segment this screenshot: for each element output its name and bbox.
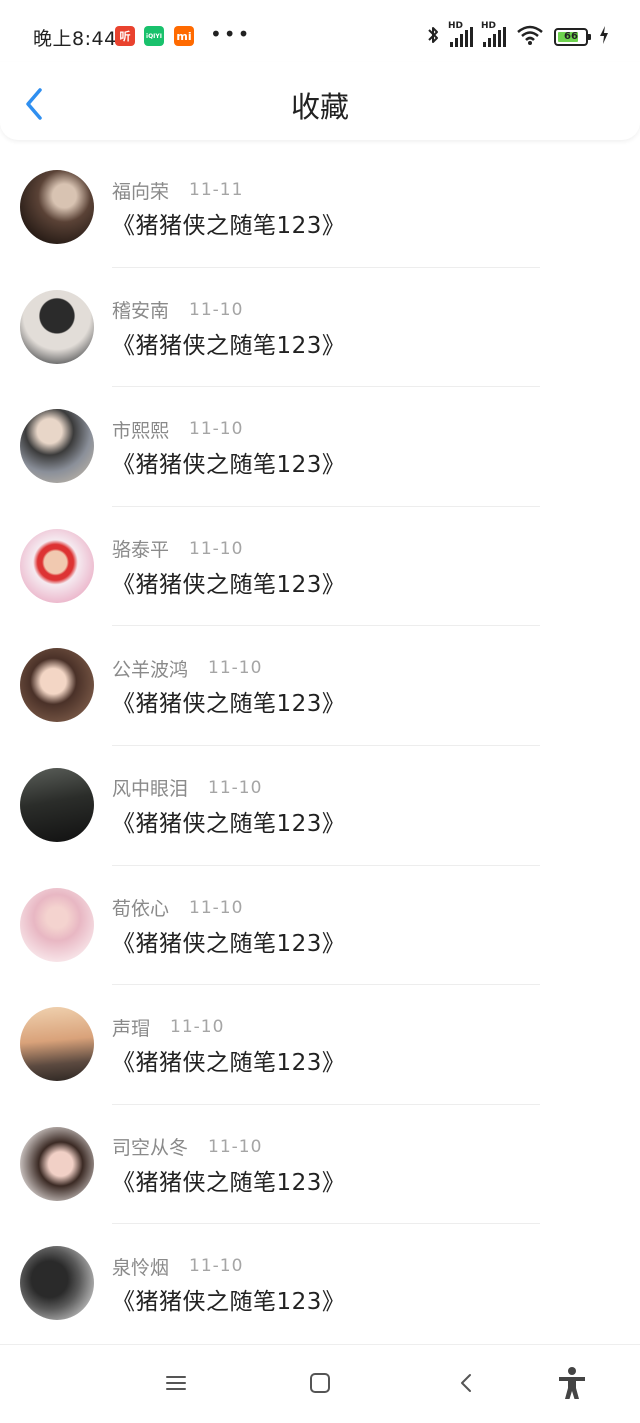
username: 泉怜烟 — [112, 1256, 170, 1279]
list-item[interactable]: 泉怜烟 11-10 《猪猪侠之随笔123》 — [0, 1224, 640, 1344]
username: 市熙熙 — [112, 419, 170, 442]
item-meta: 泉怜烟 11-10 — [112, 1254, 244, 1279]
item-title: 《猪猪侠之随笔123》 — [112, 452, 346, 479]
item-title: 《猪猪侠之随笔123》 — [112, 1169, 346, 1196]
list-item[interactable]: 福向荣 11-11 《猪猪侠之随笔123》 — [0, 148, 640, 268]
item-title: 《猪猪侠之随笔123》 — [112, 691, 346, 718]
date: 11-10 — [189, 1256, 244, 1277]
back-icon — [461, 1374, 471, 1392]
username: 公羊波鸿 — [112, 658, 189, 681]
avatar — [20, 170, 94, 244]
item-title: 《猪猪侠之随笔123》 — [112, 810, 346, 837]
avatar — [20, 1246, 94, 1321]
item-title: 《猪猪侠之随笔123》 — [112, 930, 346, 957]
date: 11-10 — [208, 1136, 263, 1157]
username: 声瑁 — [112, 1017, 151, 1040]
system-nav-bar — [0, 1344, 640, 1423]
username: 司空从冬 — [112, 1137, 189, 1160]
battery-level: 66 — [564, 31, 578, 42]
home-icon — [310, 1373, 330, 1393]
list-item[interactable]: 荀依心 11-10 《猪猪侠之随笔123》 — [0, 866, 640, 986]
avatar — [20, 1126, 94, 1201]
menu-icon — [166, 1376, 186, 1390]
date: 11-10 — [208, 777, 263, 798]
date: 11-10 — [189, 897, 244, 918]
accessibility-icon — [559, 1367, 585, 1399]
username: 骆泰平 — [112, 539, 170, 562]
status-time: 晚上8:44 — [33, 28, 117, 50]
menu-button[interactable] — [156, 1363, 196, 1403]
item-meta: 司空从冬 11-10 — [112, 1135, 263, 1160]
date: 11-10 — [208, 658, 263, 679]
avatar — [20, 289, 94, 364]
back-nav-button[interactable] — [446, 1363, 486, 1403]
app-header: 收藏 — [0, 62, 640, 140]
list-item[interactable]: 风中眼泪 11-10 《猪猪侠之随笔123》 — [0, 746, 640, 866]
item-meta: 稽安南 11-10 — [112, 298, 244, 323]
date: 11-11 — [189, 180, 244, 200]
ting-app-icon: 听 — [115, 26, 135, 46]
username: 稽安南 — [112, 300, 170, 323]
date: 11-10 — [189, 299, 244, 320]
favorites-list: 福向荣 11-11 《猪猪侠之随笔123》 稽安南 11-10 《猪猪侠之随笔1… — [0, 148, 640, 1344]
list-item[interactable]: 声瑁 11-10 《猪猪侠之随笔123》 — [0, 985, 640, 1105]
item-meta: 风中眼泪 11-10 — [112, 776, 263, 801]
date: 11-10 — [170, 1017, 225, 1038]
username: 荀依心 — [112, 898, 170, 921]
list-item[interactable]: 稽安南 11-10 《猪猪侠之随笔123》 — [0, 268, 640, 388]
signal-icon: HD — [448, 21, 473, 47]
avatar — [20, 767, 94, 842]
accessibility-button[interactable] — [552, 1363, 592, 1403]
signal-icon: HD — [481, 21, 506, 47]
mi-app-icon: mi — [174, 26, 194, 46]
iqiyi-app-icon: iQIYI — [144, 26, 164, 46]
hd-label: HD — [448, 21, 464, 31]
item-title: 《猪猪侠之随笔123》 — [112, 213, 346, 239]
item-title: 《猪猪侠之随笔123》 — [112, 1050, 346, 1077]
date: 11-10 — [189, 419, 244, 440]
list-item[interactable]: 骆泰平 11-10 《猪猪侠之随笔123》 — [0, 507, 640, 627]
username: 福向荣 — [112, 180, 170, 203]
wifi-icon — [516, 24, 544, 50]
username: 风中眼泪 — [112, 778, 189, 801]
date: 11-10 — [189, 538, 244, 559]
list-item[interactable]: 司空从冬 11-10 《猪猪侠之随笔123》 — [0, 1105, 640, 1225]
item-meta: 荀依心 11-10 — [112, 896, 244, 921]
status-indicators: HD HD 66 — [426, 21, 610, 50]
avatar — [20, 409, 94, 484]
item-meta: 市熙熙 11-10 — [112, 417, 244, 442]
more-notifications-icon: ••• — [210, 22, 252, 46]
page-title: 收藏 — [290, 90, 349, 124]
hd-label: HD — [481, 21, 497, 31]
item-meta: 福向荣 11-11 — [112, 178, 244, 203]
item-title: 《猪猪侠之随笔123》 — [112, 332, 346, 359]
avatar — [20, 648, 94, 723]
battery-icon: 66 — [554, 28, 591, 46]
avatar — [20, 887, 94, 962]
item-meta: 公羊波鸿 11-10 — [112, 656, 263, 681]
item-meta: 骆泰平 11-10 — [112, 537, 244, 562]
list-item[interactable]: 市熙熙 11-10 《猪猪侠之随笔123》 — [0, 387, 640, 507]
avatar — [20, 528, 94, 603]
avatar — [20, 1007, 94, 1082]
home-button[interactable] — [300, 1363, 340, 1403]
bluetooth-icon — [426, 24, 440, 50]
item-meta: 声瑁 11-10 — [112, 1015, 225, 1040]
item-title: 《猪猪侠之随笔123》 — [112, 571, 346, 598]
item-title: 《猪猪侠之随笔123》 — [112, 1289, 346, 1316]
charging-icon — [598, 25, 610, 49]
list-item[interactable]: 公羊波鸿 11-10 《猪猪侠之随笔123》 — [0, 626, 640, 746]
